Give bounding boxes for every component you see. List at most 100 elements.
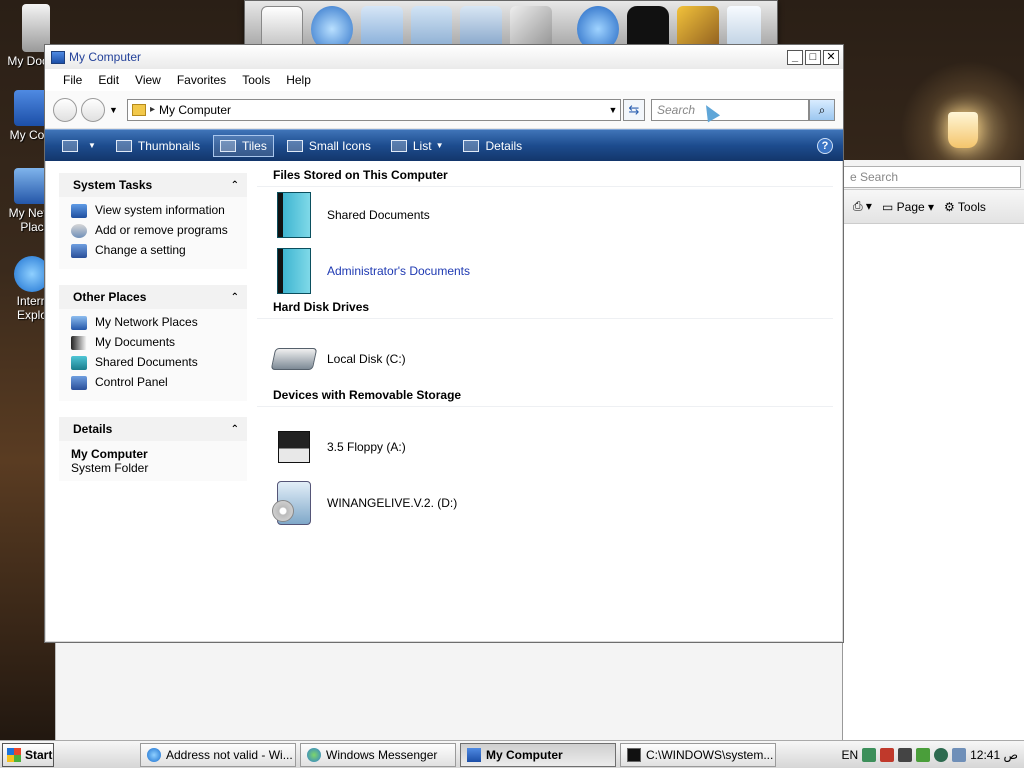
task-label: Add or remove programs — [95, 223, 228, 237]
address-dropdown-icon[interactable]: ▼ — [606, 105, 620, 115]
thumbnails-icon — [115, 139, 132, 152]
update-tray-icon[interactable] — [952, 747, 967, 762]
system-tasks-body: View system information Add or remove pr… — [59, 197, 247, 269]
globe-tray-icon[interactable] — [934, 747, 949, 762]
system-tray: EN 12:41 ص — [835, 741, 1024, 768]
search-input[interactable]: Search — [651, 98, 809, 121]
shield-tray-icon[interactable] — [880, 747, 895, 762]
address-bar: ▼ ▸ My Computer ▼ ⇆ Search ⌕ — [45, 91, 843, 129]
minimize-button[interactable]: _ — [787, 49, 803, 65]
place-my-documents[interactable]: My Documents — [71, 335, 237, 350]
task-command-prompt[interactable]: C:\WINDOWS\system... — [620, 742, 776, 767]
menu-file[interactable]: File — [55, 73, 90, 87]
view-details-label: Details — [485, 138, 523, 153]
ie-search-input[interactable]: e Search — [843, 166, 1021, 188]
view-tiles-button[interactable]: Tiles — [212, 134, 274, 157]
forward-button[interactable] — [81, 97, 105, 122]
list-icon — [390, 139, 407, 152]
system-tasks-header[interactable]: System Tasks ⌃ — [59, 173, 247, 197]
maximize-button[interactable]: □ — [805, 49, 821, 65]
view-list-button[interactable]: List ▼ — [384, 135, 451, 157]
group-disks-title: Hard Disk Drives — [257, 299, 833, 319]
layout-button[interactable]: ▼ — [55, 136, 103, 156]
layout-icon — [62, 139, 78, 152]
task-windows-messenger[interactable]: Windows Messenger — [300, 742, 456, 767]
group-removable-title: Devices with Removable Storage — [257, 387, 833, 407]
collapse-chevron-icon[interactable]: ⌃ — [231, 424, 239, 435]
language-indicator[interactable]: EN — [841, 748, 858, 762]
collapse-chevron-icon[interactable]: ⌃ — [231, 180, 239, 191]
refresh-button[interactable]: ⇆ — [623, 98, 645, 121]
other-places-header[interactable]: Other Places ⌃ — [59, 285, 247, 309]
floppy-icon — [273, 423, 315, 471]
window-title: My Computer — [69, 50, 142, 64]
taskbar: Start Address not valid - Wi... Windows … — [0, 740, 1024, 768]
network-tray-icon[interactable] — [862, 747, 877, 762]
search-icon[interactable]: ⌕ — [809, 98, 835, 121]
collapse-chevron-icon[interactable]: ⌃ — [231, 292, 239, 303]
hard-disk-icon — [270, 335, 318, 383]
help-icon[interactable]: ? — [817, 137, 833, 154]
view-thumbnails-button[interactable]: Thumbnails — [109, 135, 207, 157]
tile-floppy-a[interactable]: 3.5 Floppy (A:) — [273, 419, 833, 475]
details-icon — [463, 139, 480, 152]
file-view: Files Stored on This Computer Shared Doc… — [257, 167, 833, 531]
menu-favorites[interactable]: Favorites — [169, 73, 234, 87]
flag-tray-icon[interactable] — [898, 747, 913, 762]
internet-explorer-icon — [147, 747, 161, 762]
tile-local-disk-c[interactable]: Local Disk (C:) — [270, 331, 833, 387]
view-tiles-label: Tiles — [241, 138, 267, 153]
windows-logo-icon — [7, 747, 21, 762]
menu-edit[interactable]: Edit — [90, 73, 127, 87]
task-label: My Computer — [486, 747, 563, 762]
chevron-down-icon: ▼ — [88, 141, 96, 150]
messenger-icon — [307, 747, 321, 762]
place-my-network-places[interactable]: My Network Places — [71, 315, 237, 330]
place-shared-documents[interactable]: Shared Documents — [71, 355, 237, 370]
details-header[interactable]: Details ⌃ — [59, 417, 247, 441]
task-change-setting[interactable]: Change a setting — [71, 243, 237, 258]
ie-page-button[interactable]: ▭ Page ▾ — [882, 200, 934, 214]
task-view-system-info[interactable]: View system information — [71, 203, 237, 218]
ie-search-bar: e Search — [843, 160, 1024, 190]
place-label: My Documents — [95, 335, 176, 349]
user-documents-folder-icon — [273, 247, 315, 295]
close-button[interactable]: ✕ — [823, 49, 839, 65]
history-dropdown-icon[interactable]: ▼ — [109, 105, 121, 115]
ie-tools-label: Tools — [957, 199, 986, 214]
task-label: View system information — [95, 203, 225, 217]
my-documents-icon — [71, 336, 87, 350]
tile-label: Administrator's Documents — [327, 264, 471, 278]
ie-tools-button[interactable]: ⚙ Tools — [944, 200, 986, 214]
wallpaper-lamp — [948, 112, 978, 148]
system-info-icon — [71, 204, 87, 218]
details-type: System Folder — [71, 461, 149, 475]
task-my-computer[interactable]: My Computer — [460, 742, 616, 767]
my-computer-window: My Computer _ □ ✕ File Edit View Favorit… — [44, 44, 844, 643]
menu-view[interactable]: View — [127, 73, 169, 87]
view-small-icons-button[interactable]: Small Icons — [280, 135, 378, 157]
ie-print-icon[interactable]: ⎙ ▾ — [853, 199, 872, 214]
tile-administrators-documents[interactable]: Administrator's Documents — [273, 243, 833, 299]
back-button[interactable] — [53, 97, 77, 122]
tile-cd-drive-d[interactable]: WINANGELIVE.V.2. (D:) — [272, 475, 833, 531]
add-remove-programs-icon — [71, 224, 87, 238]
security-tray-icon[interactable] — [916, 747, 931, 762]
address-field[interactable]: ▸ My Computer ▼ — [127, 98, 621, 121]
tile-shared-documents[interactable]: Shared Documents — [273, 187, 833, 243]
menu-tools[interactable]: Tools — [234, 73, 278, 87]
title-bar[interactable]: My Computer _ □ ✕ — [45, 45, 843, 69]
place-label: Shared Documents — [95, 355, 198, 369]
command-prompt-icon — [627, 747, 641, 762]
shared-documents-icon — [71, 356, 87, 370]
menu-help[interactable]: Help — [278, 73, 319, 87]
group-removable: 3.5 Floppy (A:) WINANGELIVE.V.2. (D:) — [257, 407, 833, 531]
start-button[interactable]: Start — [2, 742, 54, 767]
task-address-not-valid[interactable]: Address not valid - Wi... — [140, 742, 296, 767]
view-list-label: List — [412, 138, 432, 153]
view-thumbnails-label: Thumbnails — [137, 138, 200, 153]
task-add-remove-programs[interactable]: Add or remove programs — [71, 223, 237, 238]
place-control-panel[interactable]: Control Panel — [71, 375, 237, 390]
clock[interactable]: 12:41 ص — [970, 748, 1018, 762]
view-details-button[interactable]: Details — [456, 135, 529, 157]
